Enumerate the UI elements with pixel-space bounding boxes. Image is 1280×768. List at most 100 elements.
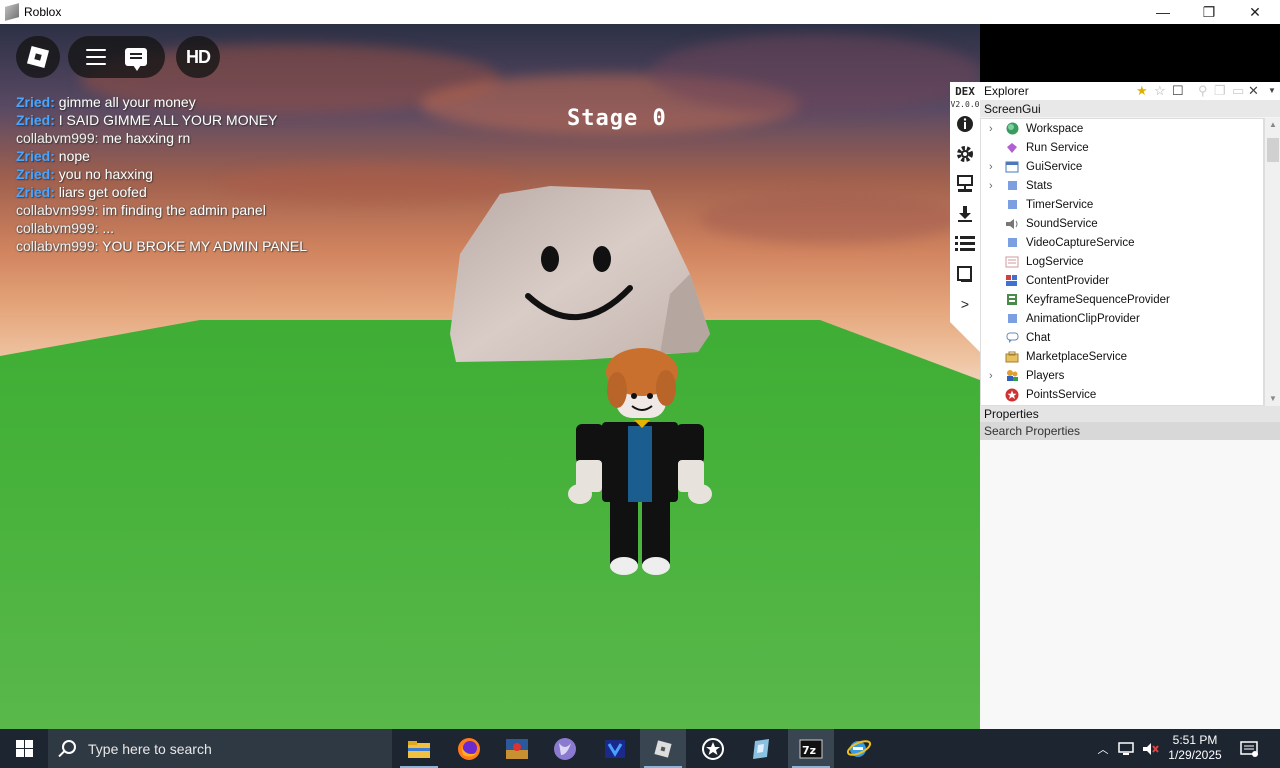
window-title: Roblox <box>24 5 62 19</box>
tree-item-logservice[interactable]: LogService <box>981 252 1263 271</box>
file-explorer-taskbar-button[interactable] <box>396 729 442 768</box>
tree-item-contentprovider[interactable]: ContentProvider <box>981 271 1263 290</box>
game-viewport[interactable]: Stage 0 HD Zried: gimme all your money Z… <box>0 24 980 729</box>
chat-username[interactable]: Zried: <box>16 112 55 128</box>
star-outline-icon[interactable]: ☆ <box>1154 83 1166 99</box>
network-icon[interactable] <box>1116 729 1138 768</box>
dropdown-icon[interactable]: ▼ <box>1268 86 1276 95</box>
chat-username[interactable]: Zried: <box>16 94 55 110</box>
tree-item-label: MarketplaceService <box>1026 350 1127 363</box>
scroll-down-arrow-icon[interactable]: ▼ <box>1265 392 1280 406</box>
tree-item-run-service[interactable]: Run Service <box>981 138 1263 157</box>
chat-message: Zried: liars get oofed <box>16 183 376 201</box>
chat-username[interactable]: Zried: <box>16 148 55 164</box>
minimize-icon[interactable]: ▭ <box>1232 83 1244 99</box>
download-icon[interactable] <box>950 199 980 229</box>
tree-item-workspace[interactable]: › Workspace <box>981 119 1263 138</box>
tree-item-pointsservice[interactable]: PointsService <box>981 385 1263 404</box>
tree-item-label: Workspace <box>1026 122 1084 135</box>
start-button[interactable] <box>0 729 48 768</box>
tree-item-label: ContentProvider <box>1026 274 1110 287</box>
roblox-studio-taskbar-button[interactable] <box>738 729 784 768</box>
chat-toggle-icon[interactable] <box>125 48 148 71</box>
tree-item-guiservice[interactable]: › GuiService <box>981 157 1263 176</box>
explorer-header: Explorer ★ ☆ ☐ ⚲ ❐ ▭ ✕ ▼ <box>980 82 1280 100</box>
internet-explorer-taskbar-button[interactable] <box>836 729 882 768</box>
explorer-subheader: ScreenGui <box>980 100 1280 117</box>
taskbar-search-box[interactable]: Type here to search <box>48 729 392 768</box>
close-button[interactable]: ✕ <box>1232 0 1278 24</box>
chat-username[interactable]: collabvm999: <box>16 130 99 146</box>
globe-icon <box>1005 122 1019 136</box>
browser-orb-taskbar-button[interactable] <box>542 729 588 768</box>
chevron-right-icon[interactable]: › <box>989 370 993 382</box>
chat-message: Zried: nope <box>16 147 376 165</box>
scroll-up-arrow-icon[interactable]: ▲ <box>1265 118 1280 132</box>
dex-sidebar: DEX V2.0.0 > <box>950 82 980 352</box>
hamburger-menu-icon[interactable] <box>85 49 106 65</box>
firefox-taskbar-button[interactable] <box>446 729 492 768</box>
windows-taskbar: Type here to search 7z ︿ 5:51 PM 1/29/20… <box>0 729 1280 768</box>
notification-center-icon[interactable] <box>1236 729 1262 768</box>
chevron-right-icon[interactable]: › <box>989 123 993 135</box>
volume-muted-icon[interactable] <box>1140 729 1162 768</box>
roblox-menu-button[interactable] <box>16 36 60 78</box>
tree-item-players[interactable]: › Players <box>981 366 1263 385</box>
7zip-taskbar-button[interactable]: 7z <box>788 729 834 768</box>
keyframe-icon <box>1005 293 1019 307</box>
chevron-right-icon[interactable]: › <box>989 180 993 192</box>
hd-admin-button[interactable]: HD <box>176 36 220 78</box>
star-icon[interactable]: ★ <box>1136 83 1148 99</box>
search-icon <box>62 740 76 754</box>
restore-icon[interactable]: ❐ <box>1214 83 1226 99</box>
minimize-button[interactable]: — <box>1140 0 1186 24</box>
tree-item-videocaptureservice[interactable]: VideoCaptureService <box>981 233 1263 252</box>
game-launcher-taskbar-button[interactable] <box>494 729 540 768</box>
script-window-icon[interactable] <box>950 259 980 289</box>
tree-item-timerservice[interactable]: TimerService <box>981 195 1263 214</box>
tree-item-stats[interactable]: › Stats <box>981 176 1263 195</box>
chat-message: Zried: gimme all your money <box>16 93 376 111</box>
chat-username[interactable]: Zried: <box>16 184 55 200</box>
tray-chevron-up-icon[interactable]: ︿ <box>1094 729 1112 768</box>
info-icon[interactable] <box>950 109 980 139</box>
taskbar-clock[interactable]: 5:51 PM 1/29/2025 <box>1160 733 1230 763</box>
square-icon <box>1005 179 1019 193</box>
chat-text: nope <box>58 148 90 164</box>
list-icon[interactable] <box>950 229 980 259</box>
tree-item-soundservice[interactable]: SoundService <box>981 214 1263 233</box>
explorer-tree: › Workspace Run Service › GuiService › S… <box>980 118 1264 406</box>
tree-item-label: AnimationClipProvider <box>1026 312 1140 325</box>
properties-search-input[interactable]: Search Properties <box>980 422 1280 440</box>
tree-item-marketplaceservice[interactable]: MarketplaceService <box>981 347 1263 366</box>
chat-username[interactable]: collabvm999: <box>16 202 99 218</box>
tree-item-chat[interactable]: Chat <box>981 328 1263 347</box>
expand-more-icon[interactable]: > <box>950 289 980 319</box>
window-icon[interactable]: ☐ <box>1172 83 1184 99</box>
scrollbar-thumb[interactable] <box>1267 138 1279 162</box>
square-icon <box>1005 312 1019 326</box>
chat-username[interactable]: collabvm999: <box>16 220 99 236</box>
star-app-taskbar-button[interactable] <box>690 729 736 768</box>
tree-scrollbar[interactable]: ▲ ▼ <box>1264 118 1280 406</box>
roblox-logo-icon <box>26 45 50 69</box>
visual-studio-taskbar-button[interactable] <box>592 729 638 768</box>
gem-icon <box>1005 141 1019 155</box>
pin-icon[interactable]: ⚲ <box>1198 83 1208 99</box>
close-icon[interactable]: ✕ <box>1248 83 1259 99</box>
roblox-taskbar-button[interactable] <box>640 729 686 768</box>
chat-username[interactable]: collabvm999: <box>16 238 99 254</box>
tree-item-keyframesequenceprovider[interactable]: KeyframeSequenceProvider <box>981 290 1263 309</box>
maximize-button[interactable]: ❐ <box>1186 0 1232 24</box>
tree-item-label: Chat <box>1026 331 1051 344</box>
remote-network-icon[interactable] <box>950 169 980 199</box>
chat-text: you no haxxing <box>58 166 153 182</box>
square-icon <box>1005 198 1019 212</box>
chat-text: gimme all your money <box>58 94 196 110</box>
chat-message: Zried: I SAID GIMME ALL YOUR MONEY <box>16 111 376 129</box>
tree-item-animationclipprovider[interactable]: AnimationClipProvider <box>981 309 1263 328</box>
chat-username[interactable]: Zried: <box>16 166 55 182</box>
chevron-right-icon[interactable]: › <box>989 161 993 173</box>
settings-gear-icon[interactable] <box>950 139 980 169</box>
players-icon <box>1005 369 1019 383</box>
